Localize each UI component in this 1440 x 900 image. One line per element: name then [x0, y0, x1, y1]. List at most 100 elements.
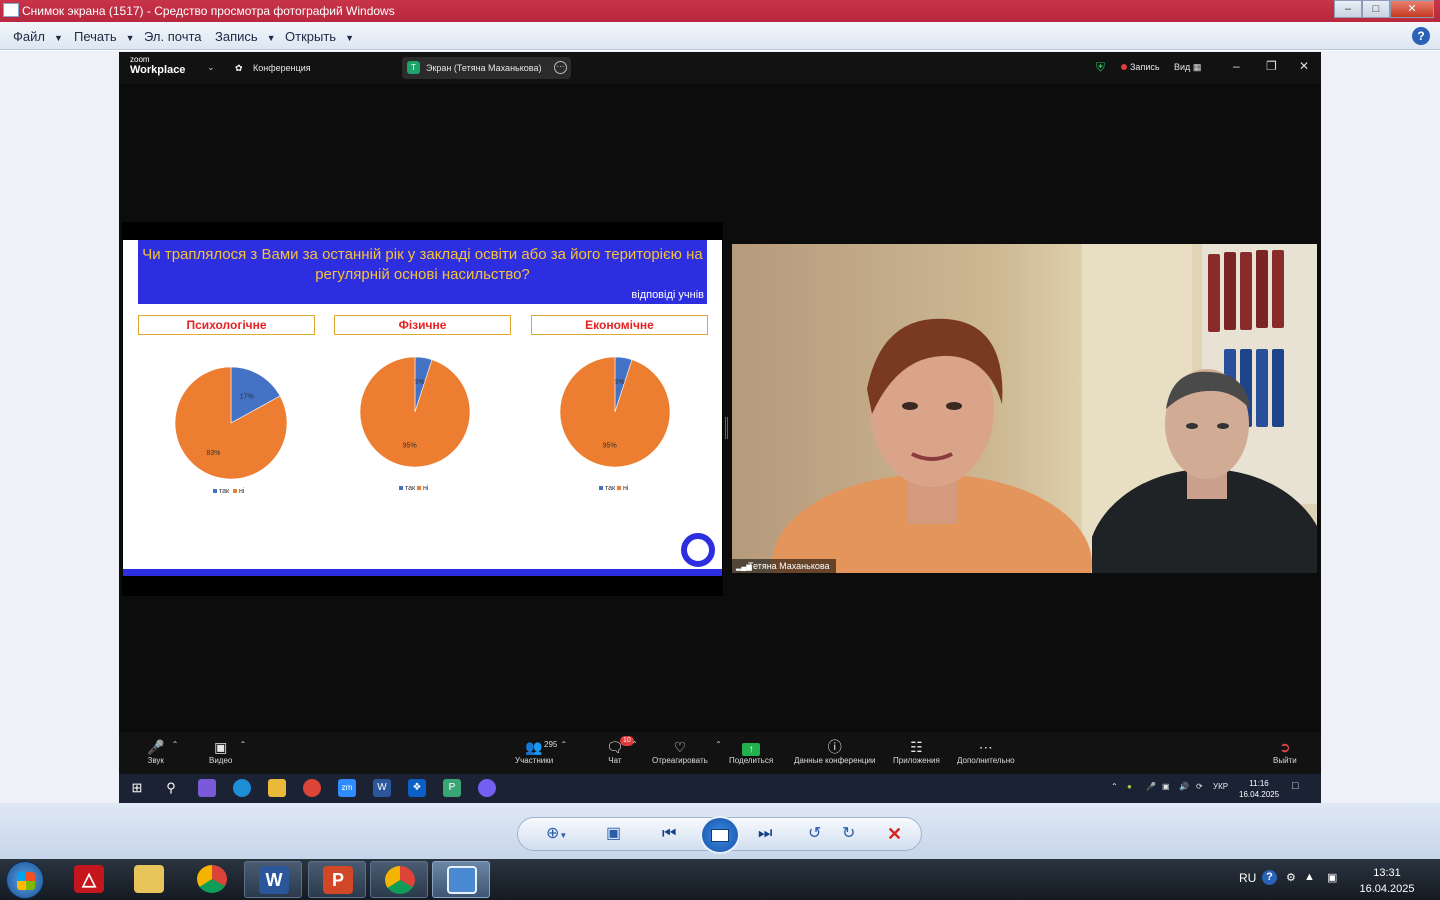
menu-burn[interactable]: Запись ▼ — [215, 29, 276, 44]
meeting-info-button[interactable]: ⓘ Данные конференции — [794, 738, 875, 765]
menu-open[interactable]: Открыть ▼ — [285, 29, 354, 44]
react-button[interactable]: ♡ Отреагировать ⌃ — [652, 738, 722, 765]
minimize-button[interactable]: – — [1334, 0, 1362, 18]
binder — [1240, 252, 1252, 330]
tray-app-icon[interactable]: ● — [1127, 782, 1132, 791]
remote-clock[interactable]: 11:16 16.04.2025 — [1239, 778, 1279, 800]
view-menu[interactable]: Вид ▦ — [1174, 62, 1201, 73]
photo-viewer-icon — [3, 3, 19, 17]
participant-video[interactable]: ▂▄▆Тетяна Маханькова — [732, 244, 1317, 573]
taskbar-powerpoint[interactable]: P — [308, 861, 366, 898]
apps-icon: ☷ — [910, 739, 923, 755]
more-icon: ⋯ — [978, 739, 993, 755]
taskbar-photo-viewer[interactable] — [432, 861, 490, 898]
sync-icon[interactable]: ⟳ — [1196, 782, 1203, 791]
taskbar-acrobat[interactable]: △ — [60, 861, 118, 898]
apps-button[interactable]: ☷ Приложения — [893, 738, 940, 765]
chevron-up-icon[interactable]: ⌃ — [172, 740, 179, 749]
windows-logo-icon — [17, 872, 35, 890]
windows-start-icon[interactable]: ⊞ — [128, 779, 146, 797]
more-button[interactable]: ⋯ Дополнительно — [957, 738, 1015, 765]
tray-chevron-icon[interactable]: ⌃ — [1111, 782, 1118, 791]
minimize-icon[interactable]: – — [1233, 59, 1240, 73]
restore-icon[interactable]: ❐ — [1266, 59, 1277, 73]
video-button[interactable]: ▣ Видео ⌃ — [209, 738, 246, 765]
conference-menu[interactable]: ✿ Конференция — [235, 63, 311, 73]
chrome-icon[interactable] — [303, 779, 321, 797]
shared-screen: Чи траплялося з Вами за останній рік у з… — [122, 222, 723, 596]
share-button[interactable]: ↑ Поделиться — [729, 738, 773, 765]
legend-yes-swatch — [399, 486, 403, 491]
chevron-down-icon: ▼ — [53, 33, 63, 43]
menu-print[interactable]: Печать ▼ — [74, 29, 135, 44]
close-button[interactable]: ✕ — [1390, 0, 1434, 18]
tray-chevron-icon[interactable]: ▲ — [1304, 871, 1315, 883]
tray-icon[interactable]: ⚙ — [1286, 871, 1296, 884]
start-button[interactable] — [6, 861, 44, 899]
menu-email[interactable]: Эл. почта — [144, 29, 202, 44]
participants-button[interactable]: 👥 295 Участники ⌃ — [515, 738, 567, 765]
network-icon[interactable]: ▣ — [1327, 871, 1337, 884]
legend-yes: так — [605, 485, 616, 492]
copilot-icon[interactable] — [198, 779, 216, 797]
edge-icon[interactable] — [233, 779, 251, 797]
taskbar-chrome[interactable] — [183, 861, 241, 898]
previous-icon[interactable]: ⏮ — [662, 823, 676, 845]
pie-label-2-ні: 95% — [403, 443, 417, 450]
remote-lang[interactable]: УКР — [1213, 782, 1228, 791]
file-explorer-icon[interactable] — [268, 779, 286, 797]
zoom-logo-small: zoom — [130, 55, 150, 64]
delete-icon[interactable]: ✕ — [887, 823, 902, 845]
slide-footer-bar — [123, 569, 722, 576]
chevron-up-icon[interactable]: ⌃ — [631, 740, 638, 749]
chat-button[interactable]: 🗨 10 Чат ⌃ — [606, 736, 638, 765]
pie-label-3-так: 5% — [615, 379, 625, 386]
menu-file[interactable]: Файл ▼ — [13, 29, 63, 44]
menu-print-label: Печать — [74, 29, 117, 44]
chevron-up-icon[interactable]: ⌃ — [240, 740, 247, 749]
screen-share-indicator[interactable]: T Экран (Тетяна Маханькова) ⋯ — [402, 57, 571, 79]
chevron-up-icon[interactable]: ⌃ — [561, 740, 568, 749]
next-icon[interactable]: ⏭ — [758, 823, 772, 845]
more-icon[interactable]: ⋯ — [554, 61, 567, 74]
language-indicator[interactable]: RU — [1239, 871, 1256, 885]
actual-size-icon[interactable]: ▣ — [606, 823, 621, 845]
taskbar-chrome-profile[interactable] — [370, 861, 428, 898]
zoom-logo-big: Workplace — [130, 64, 186, 76]
audio-button[interactable]: 🎤 Звук ⌃ — [147, 738, 178, 765]
taskbar: △ W P — [0, 859, 1440, 900]
mic-icon[interactable]: 🎤 — [1146, 782, 1156, 791]
legend-3: так ні — [599, 485, 628, 492]
chrome-icon — [385, 866, 415, 894]
help-icon[interactable]: ? — [1262, 870, 1277, 885]
word-icon[interactable]: W — [373, 779, 391, 797]
pie-slice-2-ні — [359, 356, 471, 468]
zoom-icon[interactable]: ⊕▼ — [546, 823, 567, 845]
volume-icon[interactable]: 🔊 — [1179, 782, 1189, 791]
close-icon[interactable]: ✕ — [1299, 59, 1309, 73]
split-handle[interactable] — [725, 417, 728, 439]
taskbar-word[interactable]: W — [244, 861, 302, 898]
chevron-down-icon[interactable]: ⌄ — [207, 62, 215, 73]
chevron-up-icon[interactable]: ⌃ — [715, 740, 722, 749]
recording-indicator[interactable]: Запись — [1121, 62, 1160, 72]
pie-label-1-ні: 83% — [206, 450, 220, 457]
leave-button[interactable]: ➲ Выйти — [1273, 738, 1297, 765]
react-label: Отреагировать — [652, 756, 708, 765]
help-icon[interactable]: ? — [1412, 27, 1430, 45]
viber-icon[interactable] — [478, 779, 496, 797]
taskbar-explorer[interactable] — [120, 861, 178, 898]
app-icon[interactable]: ❖ — [408, 779, 426, 797]
shield-icon[interactable]: ⛨ — [1096, 60, 1108, 74]
maximize-button[interactable]: □ — [1362, 0, 1390, 18]
zoom-app-icon[interactable]: zm — [338, 779, 356, 797]
search-icon[interactable]: ⚲ — [162, 779, 180, 797]
notification-icon[interactable]: □ — [1292, 780, 1299, 792]
slide-question: Чи траплялося з Вами за останній рік у з… — [142, 246, 703, 283]
rotate-right-icon[interactable]: ↻ — [842, 823, 855, 845]
publisher-icon[interactable]: P — [443, 779, 461, 797]
slideshow-button[interactable] — [700, 816, 740, 854]
network-icon[interactable]: ▣ — [1162, 782, 1170, 791]
rotate-left-icon[interactable]: ↺ — [808, 823, 821, 845]
clock[interactable]: 13:31 16.04.2025 — [1356, 865, 1418, 897]
